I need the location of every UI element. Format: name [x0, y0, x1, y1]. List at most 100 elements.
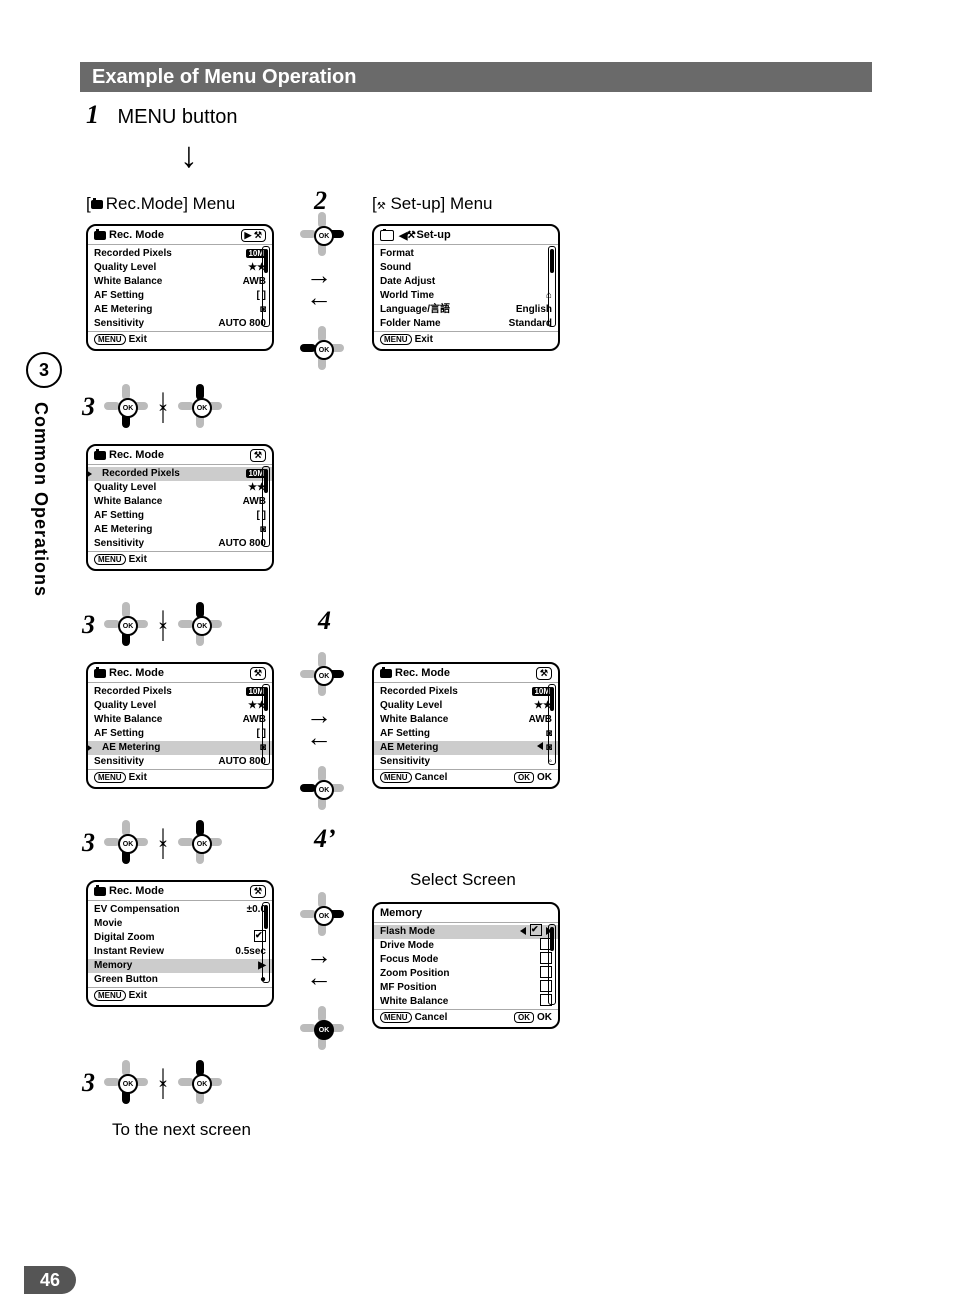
menu-row: Language/言語English	[380, 303, 552, 317]
dpad-nav-4-bottom: OK	[300, 766, 344, 815]
dpad-nav-2-bottom: OK	[300, 326, 344, 375]
menu-row-label: Drive Mode	[380, 939, 434, 953]
menu-row-label: Date Adjust	[380, 275, 435, 289]
left-right-arrows-icon: →←	[306, 944, 332, 988]
menu-row-label: AE Metering	[102, 741, 160, 755]
menu-row-label: World Time	[380, 289, 434, 303]
menu-row-label: Green Button	[94, 973, 158, 987]
dpad-pair-3a: OK ↓↑ OK	[104, 384, 222, 428]
menu-row: Sensitivity◦	[380, 755, 552, 769]
menu-row-label: Format	[380, 247, 414, 261]
menu-row: Quality Level★★	[380, 699, 552, 713]
menu-row-label: White Balance	[94, 275, 162, 289]
scrollbar	[262, 246, 270, 327]
step-1: 1 MENU button	[86, 100, 238, 130]
menu-row: MF Position	[380, 981, 552, 995]
menu-row: White Balance	[380, 995, 552, 1009]
scrollbar	[548, 246, 556, 327]
menu-row-label: AF Setting	[94, 727, 144, 741]
menu-row-label: Language/言語	[380, 303, 450, 317]
ok-button-icon: OK	[314, 226, 334, 246]
menu-row-label: MF Position	[380, 981, 437, 995]
menu-row: AF Setting[ ]	[94, 727, 266, 741]
menu-row: AE Metering◙	[88, 741, 272, 755]
step-3-number: 3	[82, 828, 95, 858]
chapter-number-badge: 3	[26, 352, 62, 388]
menu-row-label: AF Setting	[380, 727, 430, 741]
menu-row-value: Standard	[509, 317, 552, 331]
tools-icon: ⚒	[407, 230, 416, 241]
dpad-pair-3c: OK ↓↑ OK	[104, 820, 222, 864]
left-right-arrows-icon: →←	[306, 264, 332, 308]
menu-row-label: Zoom Position	[380, 967, 449, 981]
menu-row: Sensitivity AUTO 800	[94, 537, 266, 551]
menu-row-label: White Balance	[94, 713, 162, 727]
camera-icon	[94, 231, 106, 240]
menu-row: AE Metering◙	[374, 741, 558, 755]
menu-row-label: Recorded Pixels	[94, 685, 172, 699]
up-down-arrows-icon: ↓↑	[156, 392, 170, 420]
menu-row-label: White Balance	[380, 995, 448, 1009]
menu-row-label: Sensitivity	[94, 537, 144, 551]
dpad-nav-4p-bottom: OK	[300, 1006, 344, 1055]
dpad-nav-4p-top: OK	[300, 892, 344, 941]
menu-row-label: Recorded Pixels	[102, 467, 180, 481]
menu-row: AE Metering◙	[94, 303, 266, 317]
lcd-rec-mode-4: Rec. Mode⚒ EV Compensation±0.0MovieDigit…	[86, 880, 274, 1007]
lcd-setup: ◀⚒ Set-up FormatSoundDate AdjustWorld Ti…	[372, 224, 560, 351]
page-number-badge: 46	[24, 1266, 76, 1294]
lcd-title: Rec. Mode	[109, 229, 164, 241]
menu-row-label: Recorded Pixels	[380, 685, 458, 699]
menu-row: EV Compensation±0.0	[94, 903, 266, 917]
menu-row: Recorded Pixels10M	[88, 467, 272, 481]
menu-row-value: AUTO 800	[218, 537, 266, 551]
menu-row: Drive Mode	[380, 939, 552, 953]
menu-row-label: Quality Level	[94, 699, 156, 713]
menu-row: Instant Review0.5sec	[94, 945, 266, 959]
menu-row: Format	[380, 247, 552, 261]
menu-row-label: Digital Zoom	[94, 931, 155, 945]
side-chapter-tab: 3 Common Operations	[26, 352, 58, 742]
menu-row: White BalanceAWB	[380, 713, 552, 727]
menu-row: Date Adjust	[380, 275, 552, 289]
step-label: MENU button	[117, 106, 237, 128]
select-screen-label: Select Screen	[410, 870, 516, 890]
menu-row-label: Focus Mode	[380, 953, 438, 967]
lcd-ae-select: Rec. Mode⚒ Recorded Pixels10MQuality Lev…	[372, 662, 560, 789]
menu-row: SensitivityAUTO 800	[94, 317, 266, 331]
dpad-pair-3d: OK ↓↑ OK	[104, 1060, 222, 1104]
section-title-bar: Example of Menu Operation	[80, 62, 872, 92]
menu-row: Folder NameStandard	[380, 317, 552, 331]
menu-row: Quality Level★★	[94, 699, 266, 713]
menu-row: White BalanceAWB	[94, 275, 266, 289]
step-3-number: 3	[82, 1068, 95, 1098]
menu-row: Memory▶	[88, 959, 272, 973]
menu-row-label: Quality Level	[94, 261, 156, 275]
rec-mode-menu-label: [Rec.Mode] Menu	[86, 194, 235, 214]
lcd-rec-mode-2: Rec. Mode⚒ Recorded Pixels10MQuality Lev…	[86, 444, 274, 571]
menu-row-label: Sound	[380, 261, 411, 275]
step-number: 1	[86, 100, 99, 129]
dpad-pair-3b: OK ↓↑ OK	[104, 602, 222, 646]
arrow-down-icon: ↓	[180, 134, 198, 176]
menu-row: Flash Mode	[374, 925, 558, 939]
menu-row-label: Movie	[94, 917, 122, 931]
menu-row-label: AF Setting	[94, 289, 144, 303]
step-4-number: 4	[318, 606, 331, 636]
menu-row-label: EV Compensation	[94, 903, 180, 917]
lcd-memory-select: Memory Flash ModeDrive ModeFocus ModeZoo…	[372, 902, 560, 1029]
menu-row-label: Instant Review	[94, 945, 164, 959]
menu-row-value: AUTO 800	[218, 317, 266, 331]
next-screen-label: To the next screen	[112, 1120, 251, 1140]
menu-pill: MENU	[94, 334, 126, 345]
menu-row: SensitivityAUTO 800	[94, 755, 266, 769]
menu-row: Recorded Pixels10M	[380, 685, 552, 699]
ok-button-icon: OK	[314, 340, 334, 360]
menu-row-label: Sensitivity	[380, 755, 430, 769]
step-3-number: 3	[82, 610, 95, 640]
dpad-nav-2-top: OK	[300, 212, 344, 261]
step-4prime-number: 4’	[314, 824, 336, 854]
menu-row: AF Setting◙	[380, 727, 552, 741]
menu-row-label: AE Metering	[380, 741, 438, 755]
menu-row-value: AUTO 800	[218, 755, 266, 769]
